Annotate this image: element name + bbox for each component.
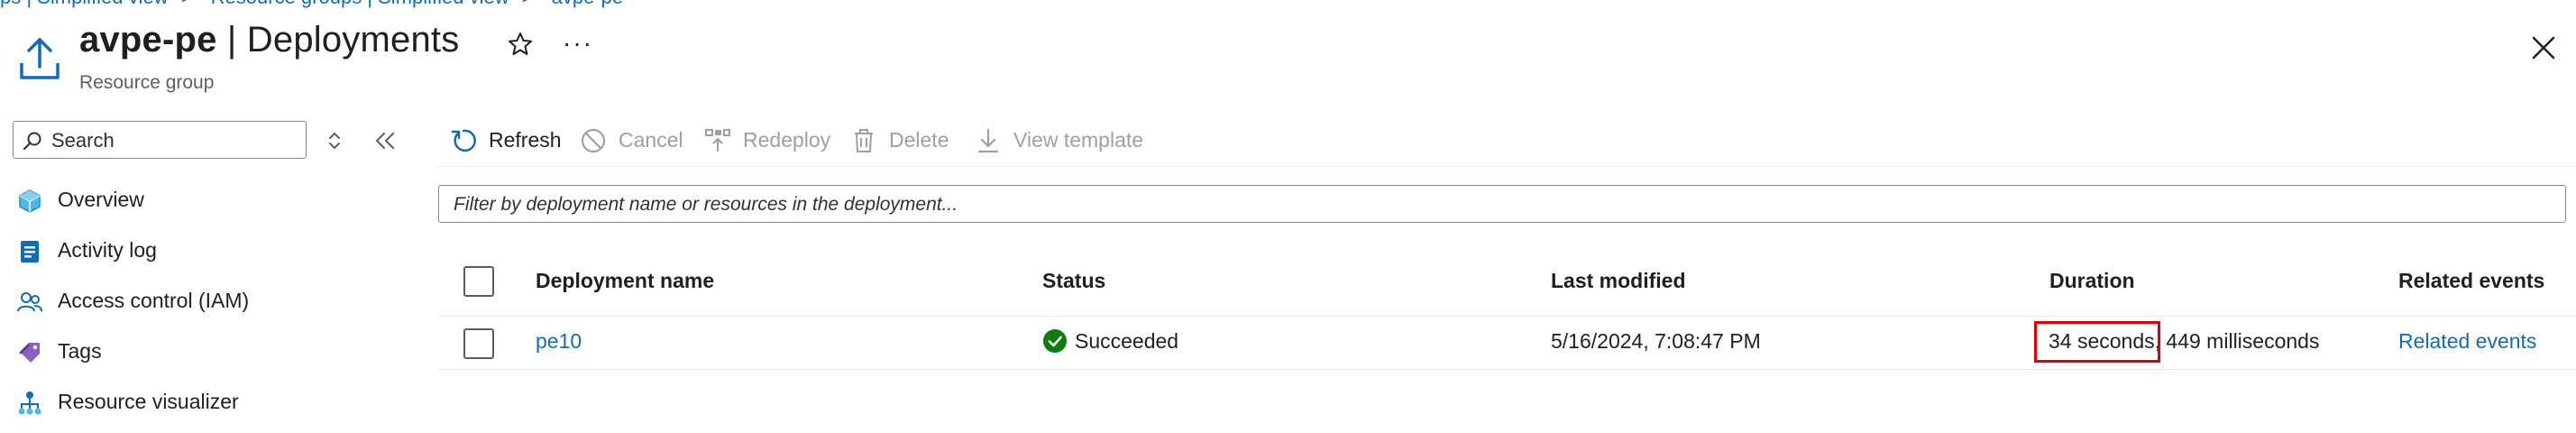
title-separator: | (216, 20, 247, 60)
page-subtitle: Resource group (79, 72, 215, 93)
duration-highlight-box (2034, 321, 2160, 363)
filter-input[interactable] (452, 189, 2529, 220)
table-row-divider (438, 369, 2576, 370)
sidebar-item-resource-visualizer[interactable]: Resource visualizer (0, 379, 424, 426)
sidebar-item-label: Access control (IAM) (58, 289, 250, 312)
cancel-icon (581, 128, 606, 153)
upload-icon (20, 38, 60, 79)
sidebar-item-label: Activity log (58, 238, 157, 262)
activity-log-icon (21, 241, 39, 263)
breadcrumb-item-home[interactable]: ps | Simplified view (0, 0, 169, 8)
column-header-status[interactable]: Status (1042, 269, 1105, 293)
row-checkbox[interactable] (463, 328, 494, 359)
collapse-sidebar-icon[interactable] (373, 130, 397, 152)
column-header-deployment-name[interactable]: Deployment name (536, 269, 714, 293)
more-actions-button[interactable]: ··· (563, 29, 593, 58)
tag-icon (19, 343, 40, 363)
last-modified-text: 5/16/2024, 7:08:47 PM (1551, 329, 1761, 353)
breadcrumb-item-resource-group[interactable]: avpe-pe (552, 0, 624, 8)
column-header-related-events[interactable]: Related events (2398, 269, 2544, 293)
search-input[interactable] (50, 125, 297, 156)
sort-updown-icon[interactable] (326, 130, 343, 152)
refresh-icon (451, 129, 476, 152)
sidebar-item-tags[interactable]: Tags (0, 328, 424, 375)
sidebar-item-label: Overview (58, 188, 144, 211)
select-all-checkbox[interactable] (463, 266, 494, 297)
refresh-label: Refresh (489, 128, 562, 152)
page-name: Deployments (246, 20, 460, 60)
star-icon[interactable] (507, 31, 534, 58)
overview-cube-icon (19, 189, 41, 213)
close-icon[interactable] (2528, 32, 2559, 63)
delete-label: Delete (889, 128, 949, 152)
related-events-link[interactable]: Related events (2398, 329, 2536, 354)
breadcrumb-item-resource-groups[interactable]: Resource groups | Simplified view (211, 0, 509, 8)
column-header-last-modified[interactable]: Last modified (1551, 269, 1686, 293)
column-header-duration[interactable]: Duration (2049, 269, 2135, 293)
filter-box (438, 185, 2566, 223)
resource-name: avpe-pe (79, 20, 217, 60)
hierarchy-icon (18, 392, 41, 415)
people-icon (17, 292, 42, 312)
sidebar-search (13, 121, 307, 159)
cancel-label: Cancel (619, 128, 683, 152)
sidebar-item-label: Tags (58, 339, 102, 363)
breadcrumb-separator: > (522, 0, 534, 8)
status-text: Succeeded (1075, 329, 1179, 353)
download-icon (977, 128, 999, 153)
breadcrumb: ps | Simplified view > Resource groups | … (0, 0, 636, 9)
sidebar-item-label: Resource visualizer (58, 390, 239, 413)
success-check-icon (1043, 329, 1067, 353)
breadcrumb-separator: > (181, 0, 193, 8)
page-title: avpe-pe | Deployments (79, 20, 459, 60)
redeploy-label: Redeploy (743, 128, 831, 152)
table-header-divider (438, 316, 2576, 317)
redeploy-icon (705, 129, 730, 152)
sidebar-item-overview[interactable]: Overview (0, 177, 424, 224)
toolbar-divider (438, 166, 2576, 167)
view-template-label: View template (1013, 128, 1144, 152)
delete-icon (855, 129, 873, 152)
sidebar-item-access-control[interactable]: Access control (IAM) (0, 278, 424, 325)
deployment-name-link[interactable]: pe10 (536, 329, 582, 354)
sidebar-item-activity-log[interactable]: Activity log (0, 227, 424, 274)
search-icon (23, 132, 41, 151)
